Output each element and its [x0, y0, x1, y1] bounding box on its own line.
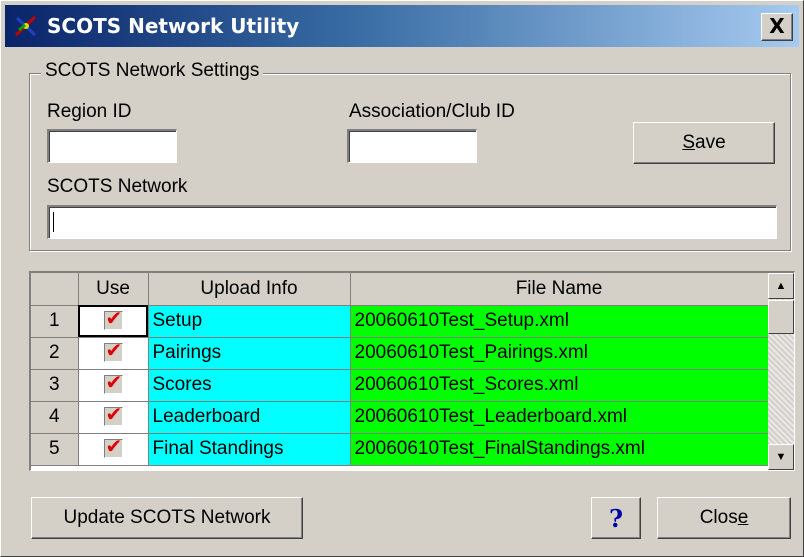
upload-info-column-header[interactable]: Upload Info — [148, 273, 351, 306]
window-title: SCOTS Network Utility — [47, 14, 300, 38]
table-row[interactable]: 4 ✔ Leaderboard 20060610Test_Leaderboard… — [31, 401, 769, 434]
upload-info-cell[interactable]: Setup — [148, 305, 351, 338]
association-club-id-label: Association/Club ID — [349, 101, 515, 122]
region-id-label: Region ID — [47, 101, 132, 122]
save-accelerator: S — [682, 132, 696, 153]
app-window: SCOTS Network Utility X SCOTS Network Se… — [0, 0, 804, 557]
upload-info-cell[interactable]: Leaderboard — [148, 401, 351, 434]
use-checkbox[interactable]: ✔ — [103, 371, 123, 395]
region-id-field[interactable] — [47, 129, 177, 163]
use-checkbox[interactable]: ✔ — [103, 403, 123, 427]
row-number[interactable]: 4 — [31, 401, 79, 434]
scroll-down-arrow-icon[interactable]: ▼ — [768, 444, 794, 470]
row-number[interactable]: 5 — [31, 433, 79, 466]
update-scots-network-button[interactable]: Update SCOTS Network — [31, 497, 303, 539]
scots-network-label: SCOTS Network — [47, 176, 188, 197]
table-row[interactable]: 5 ✔ Final Standings 20060610Test_FinalSt… — [31, 433, 769, 466]
table-row[interactable]: 2 ✔ Pairings 20060610Test_Pairings.xml — [31, 337, 769, 370]
scots-app-icon — [14, 15, 37, 37]
close-button[interactable]: Clos e — [657, 497, 791, 539]
association-club-id-field[interactable] — [347, 129, 477, 163]
save-button[interactable]: Save — [633, 122, 775, 164]
grid-header-row: Use Upload Info File Name — [31, 273, 769, 306]
row-number[interactable]: 2 — [31, 337, 79, 370]
use-checkbox-cell[interactable]: ✔ — [78, 369, 149, 402]
file-name-column-header[interactable]: File Name — [350, 273, 769, 306]
table-row[interactable]: 1 ✔ Setup 20060610Test_Setup.xml — [31, 305, 769, 338]
use-checkbox-cell[interactable]: ✔ — [78, 337, 149, 370]
title-bar[interactable]: SCOTS Network Utility X — [5, 5, 799, 47]
close-accelerator: e — [737, 507, 749, 528]
check-mark-icon: ✔ — [105, 434, 123, 459]
upload-info-cell[interactable]: Scores — [148, 369, 351, 402]
scots-network-field[interactable] — [47, 205, 777, 239]
close-window-button[interactable]: X — [761, 13, 793, 41]
use-checkbox-cell[interactable]: ✔ — [78, 305, 149, 338]
use-checkbox[interactable]: ✔ — [103, 339, 123, 363]
row-number-header — [31, 273, 79, 306]
file-name-cell[interactable]: 20060610Test_Pairings.xml — [350, 337, 769, 370]
file-name-cell[interactable]: 20060610Test_Scores.xml — [350, 369, 769, 402]
scroll-up-arrow-icon[interactable]: ▲ — [768, 273, 794, 299]
check-mark-icon: ✔ — [105, 402, 123, 427]
row-number[interactable]: 1 — [31, 305, 79, 338]
use-checkbox[interactable]: ✔ — [103, 435, 123, 459]
use-checkbox-cell[interactable]: ✔ — [78, 433, 149, 466]
check-mark-icon: ✔ — [105, 370, 123, 395]
scroll-thumb[interactable] — [768, 300, 794, 334]
check-mark-icon: ✔ — [105, 338, 123, 363]
check-mark-icon: ✔ — [105, 306, 123, 331]
upload-info-cell[interactable]: Pairings — [148, 337, 351, 370]
close-label-prefix: Clos — [699, 507, 738, 528]
upload-info-cell[interactable]: Final Standings — [148, 433, 351, 466]
use-checkbox[interactable]: ✔ — [103, 307, 123, 331]
upload-grid[interactable]: Use Upload Info File Name 1 ✔ Setup 2006… — [29, 271, 795, 471]
row-number[interactable]: 3 — [31, 369, 79, 402]
help-button[interactable]: ? — [591, 497, 641, 539]
file-name-cell[interactable]: 20060610Test_Leaderboard.xml — [350, 401, 769, 434]
use-column-header[interactable]: Use — [78, 273, 149, 306]
file-name-cell[interactable]: 20060610Test_FinalStandings.xml — [350, 433, 769, 466]
save-label-rest: ave — [695, 132, 726, 153]
vertical-scrollbar[interactable]: ▲ ▼ — [768, 273, 794, 470]
upload-table: Use Upload Info File Name 1 ✔ Setup 2006… — [31, 273, 769, 466]
settings-group-title: SCOTS Network Settings — [41, 60, 264, 82]
use-checkbox-cell[interactable]: ✔ — [78, 401, 149, 434]
text-caret — [53, 212, 54, 232]
file-name-cell[interactable]: 20060610Test_Setup.xml — [350, 305, 769, 338]
table-row[interactable]: 3 ✔ Scores 20060610Test_Scores.xml — [31, 369, 769, 402]
